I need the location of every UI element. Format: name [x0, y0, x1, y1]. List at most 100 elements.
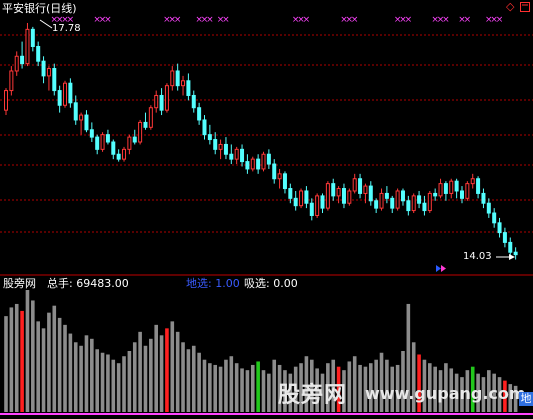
volume-bar [175, 331, 180, 412]
volume-bar [127, 351, 132, 412]
candle [277, 168, 282, 189]
signal-marker: × [104, 15, 112, 25]
volume-bar [208, 363, 212, 412]
candle [148, 105, 153, 130]
watermark-brand: 股旁网 [278, 383, 348, 408]
candlestick-series [4, 22, 518, 260]
candle [502, 227, 507, 248]
volume-bar [213, 364, 218, 412]
price-gridlines [0, 34, 533, 233]
candle [4, 88, 8, 116]
volume-bar [73, 342, 78, 412]
volume-bar [197, 352, 201, 412]
candle [79, 112, 84, 135]
watermark-url: www.gupang.com [365, 384, 526, 403]
volume-bar [143, 345, 148, 412]
candle [111, 139, 116, 160]
volume-bar [272, 359, 277, 412]
candle [368, 181, 373, 206]
candle [197, 102, 202, 125]
candle [240, 144, 245, 167]
candle [68, 78, 73, 108]
volume-bar [36, 321, 40, 412]
candle [175, 63, 180, 91]
restore-icon[interactable] [520, 2, 530, 12]
volume-bar [84, 335, 89, 412]
window-title: 平安银行(日线) [2, 2, 77, 15]
candle [379, 188, 384, 211]
scroll-arrow-icon[interactable] [436, 265, 446, 272]
candle [57, 85, 62, 113]
candle [347, 188, 352, 206]
side-panel-button[interactable]: 地 [519, 392, 533, 406]
volume-bar [41, 328, 46, 412]
candle [427, 190, 432, 214]
candle [127, 134, 132, 155]
signal-markers: ×××× ××× ××× ××× ×× ××× ××× ××× ××× ×× ××× [51, 15, 504, 25]
candle [89, 122, 94, 142]
volume-bar [95, 349, 99, 412]
signal-marker: × [222, 15, 230, 25]
volume-bar [186, 349, 191, 412]
candle [223, 137, 228, 160]
signal-marker: × [442, 15, 450, 25]
candle [470, 173, 475, 189]
signal-marker: × [496, 15, 504, 25]
volume-bar [52, 305, 57, 412]
volume-bar [234, 363, 239, 412]
candle [261, 151, 266, 172]
candle [229, 144, 234, 165]
volume-bar [4, 316, 8, 412]
volume-bar [352, 356, 357, 412]
candle [384, 186, 389, 204]
candle [358, 173, 363, 199]
candle [492, 208, 497, 228]
candle [459, 186, 464, 204]
candle [256, 154, 261, 174]
volume-bar [250, 364, 255, 412]
diamond-icon[interactable]: ◇ [506, 1, 516, 12]
volume-bar [358, 364, 362, 412]
candle [116, 149, 121, 162]
volume-bar [122, 356, 126, 412]
candle [266, 149, 271, 169]
volume-bar [191, 345, 196, 412]
signal-marker: × [303, 15, 311, 25]
candle [352, 173, 357, 194]
candle [309, 198, 314, 221]
candle [433, 188, 438, 201]
low-price-label: 14.03 [463, 251, 492, 262]
signal-marker: × [351, 15, 359, 25]
candle [186, 73, 191, 101]
candle [154, 90, 159, 113]
high-price-label: 17.78 [52, 23, 81, 34]
volume-bar [240, 368, 244, 412]
candle [105, 129, 110, 145]
volume-bar [218, 366, 223, 412]
volume-bar [149, 338, 153, 412]
candle [395, 188, 400, 211]
candle [202, 115, 207, 140]
volume-bar [159, 335, 164, 412]
candle [449, 178, 454, 199]
xi-select-label: 吸选: 0.00 [244, 277, 298, 290]
volume-bar [132, 342, 137, 412]
volume-bar [347, 361, 352, 412]
candle [122, 146, 127, 162]
candle [315, 193, 320, 218]
candle [299, 188, 304, 209]
candle [30, 26, 35, 52]
indicator-source-label: 股旁网 [3, 277, 36, 290]
volume-bar [229, 356, 234, 412]
candle [486, 198, 491, 218]
candle [46, 66, 51, 91]
volume-label: 总手: 69483.00 [47, 277, 129, 290]
volume-bar [116, 363, 121, 412]
stock-chart[interactable]: ×××× ××× ××× ××× ×× ××× ××× ××× ××× ×× ××× [0, 0, 533, 419]
di-select-label: 地选: 1.00 [186, 277, 240, 290]
candle [374, 198, 379, 214]
candle [282, 171, 287, 194]
candle [320, 193, 325, 214]
candle [181, 75, 186, 96]
volume-bar [154, 324, 159, 412]
